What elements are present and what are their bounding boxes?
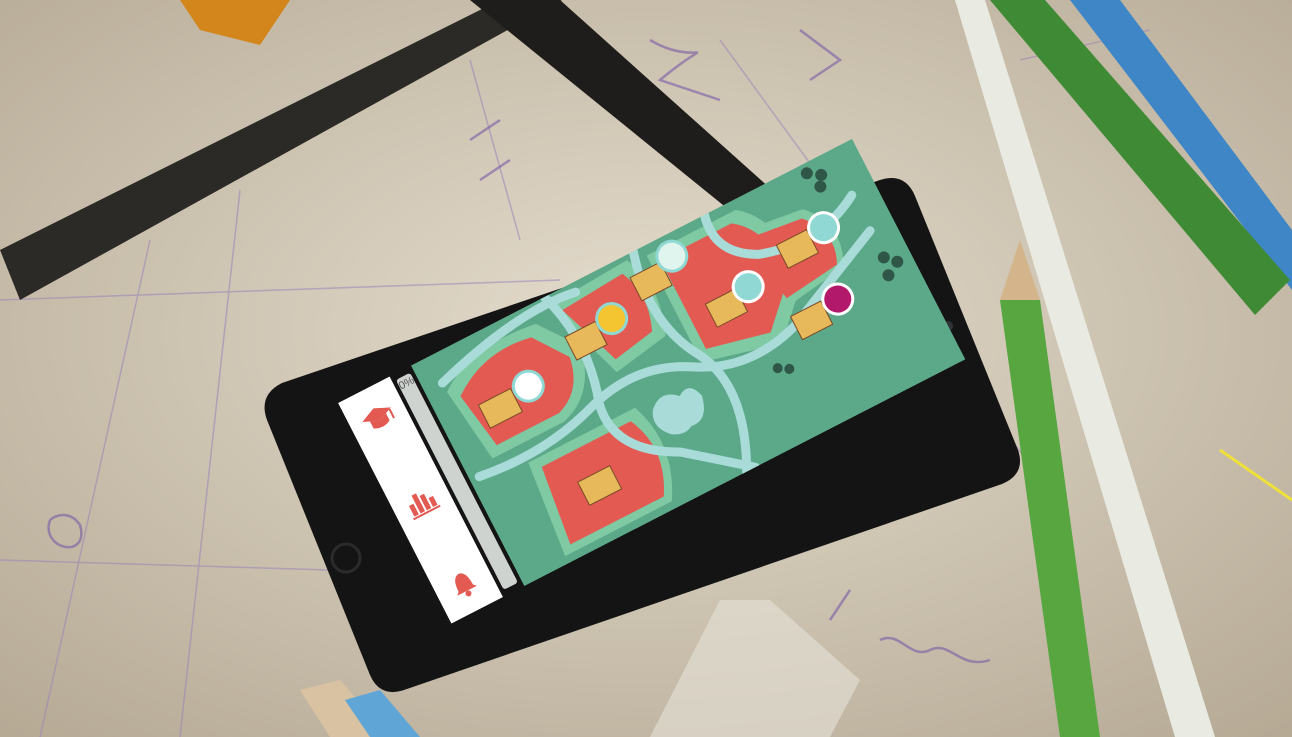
progress-label: 0% xyxy=(396,374,417,393)
graduation-cap-icon[interactable] xyxy=(351,391,405,445)
bell-icon[interactable] xyxy=(436,555,490,609)
bar-chart-icon[interactable] xyxy=(394,473,448,527)
progress-fill xyxy=(503,582,518,590)
